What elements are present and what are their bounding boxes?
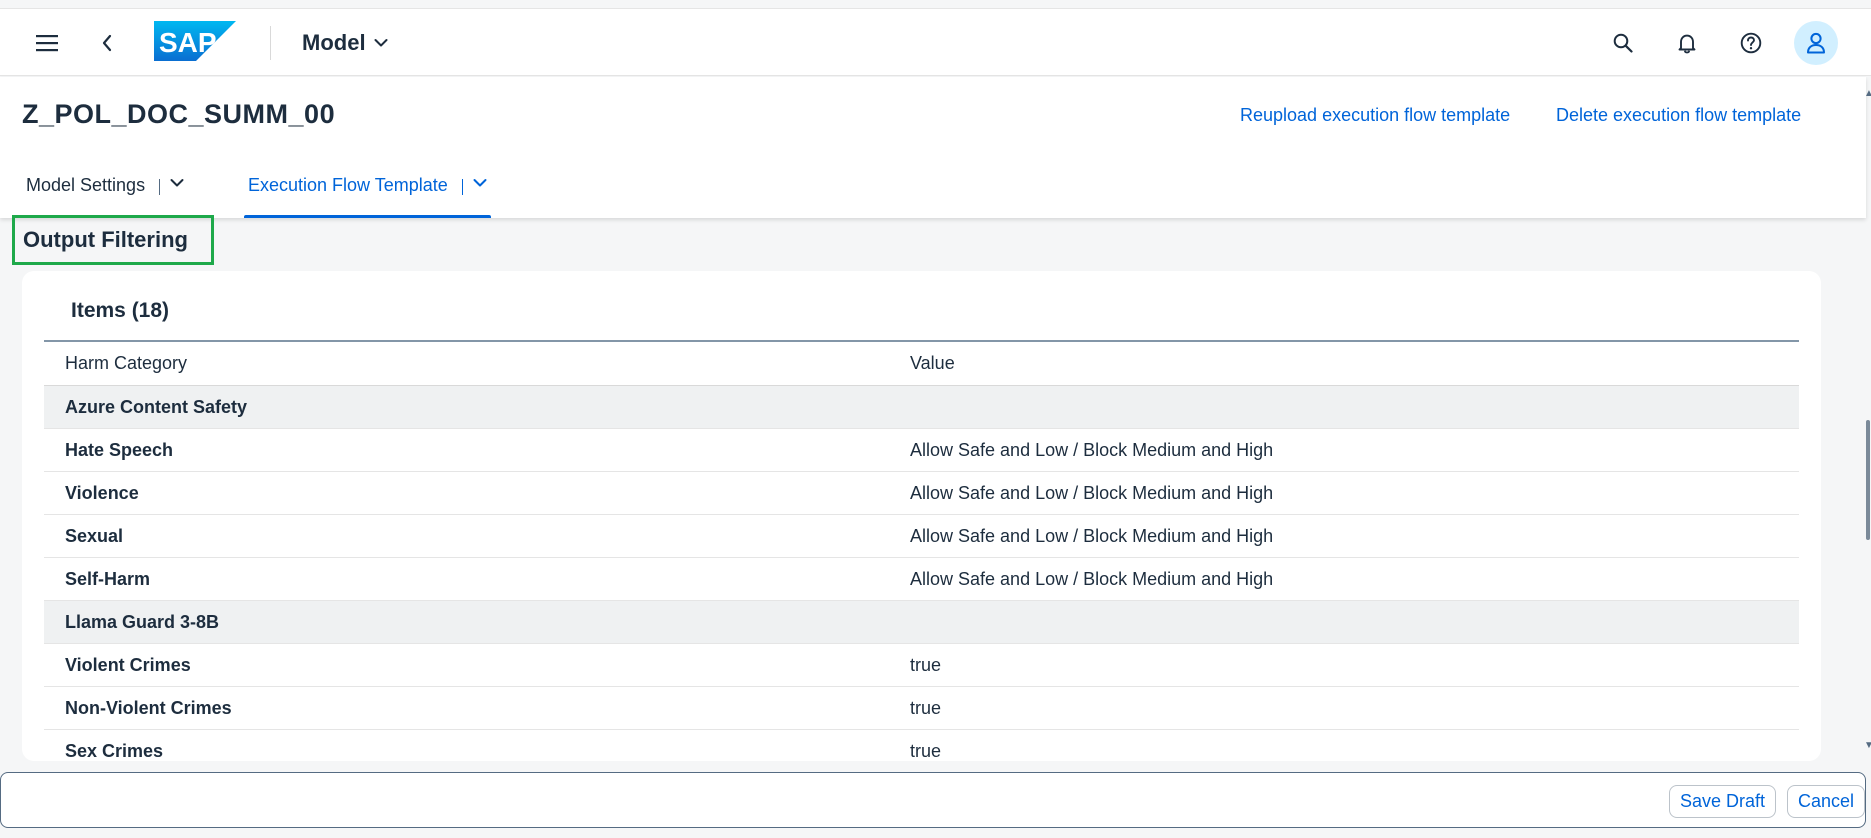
scroll-up-icon[interactable]: ▲ bbox=[1864, 88, 1871, 99]
back-icon[interactable] bbox=[82, 9, 132, 77]
tab-label: Execution Flow Template bbox=[248, 175, 448, 195]
row-category: Sex Crimes bbox=[65, 740, 164, 761]
help-icon[interactable] bbox=[1726, 9, 1776, 77]
row-category: Llama Guard 3-8B bbox=[65, 611, 220, 632]
app-title-menu[interactable]: Model bbox=[302, 9, 388, 77]
reupload-template-link[interactable]: Reupload execution flow template bbox=[1240, 105, 1510, 126]
bell-icon[interactable] bbox=[1662, 9, 1712, 77]
row-value: Allow Safe and Low / Block Medium and Hi… bbox=[910, 525, 1274, 546]
shellbar-divider bbox=[270, 26, 271, 60]
row-category: Self-Harm bbox=[65, 568, 151, 589]
cancel-button[interactable]: Cancel bbox=[1787, 785, 1866, 818]
group-row[interactable]: Azure Content Safety bbox=[44, 386, 1799, 429]
page-title: Z_POL_DOC_SUMM_00 bbox=[22, 99, 336, 129]
tab-model-settings[interactable]: Model Settings bbox=[26, 175, 184, 218]
tab-label: Model Settings bbox=[26, 175, 146, 195]
column-header-harm-category[interactable]: Harm Category bbox=[44, 353, 910, 374]
table-row[interactable]: Sex Crimes true bbox=[44, 730, 1799, 761]
chevron-down-icon bbox=[473, 179, 487, 187]
menu-icon[interactable] bbox=[22, 9, 72, 77]
table-row[interactable]: Violence Allow Safe and Low / Block Medi… bbox=[44, 472, 1799, 515]
scroll-down-icon[interactable]: ▼ bbox=[1864, 740, 1871, 751]
chevron-down-icon bbox=[374, 39, 388, 47]
row-category: Non-Violent Crimes bbox=[65, 697, 232, 718]
table-row[interactable]: Non-Violent Crimes true bbox=[44, 687, 1799, 730]
table-row[interactable]: Violent Crimes true bbox=[44, 644, 1799, 687]
object-header: Z_POL_DOC_SUMM_00 Reupload execution flo… bbox=[0, 77, 1866, 218]
row-value: true bbox=[910, 654, 942, 675]
row-value: true bbox=[910, 740, 942, 761]
table-title: Items (18) bbox=[71, 299, 170, 322]
row-category: Sexual bbox=[65, 525, 124, 546]
row-value: true bbox=[910, 697, 942, 718]
table-row[interactable]: Hate Speech Allow Safe and Low / Block M… bbox=[44, 429, 1799, 472]
column-header-value[interactable]: Value bbox=[910, 353, 1799, 374]
user-avatar[interactable] bbox=[1794, 21, 1838, 65]
section-title-text: Output Filtering bbox=[23, 227, 188, 252]
row-value: Allow Safe and Low / Block Medium and Hi… bbox=[910, 568, 1274, 589]
table-header: Harm Category Value bbox=[44, 340, 1799, 386]
page-scrollbar[interactable] bbox=[1866, 420, 1870, 540]
row-value: Allow Safe and Low / Block Medium and Hi… bbox=[910, 482, 1274, 503]
section-title: Output Filtering bbox=[12, 215, 214, 265]
table-row[interactable]: Self-Harm Allow Safe and Low / Block Med… bbox=[44, 558, 1799, 601]
row-category: Violence bbox=[65, 482, 139, 503]
tab-separator bbox=[461, 179, 463, 195]
items-card: Items (18) Harm Category Value Azure Con… bbox=[22, 271, 1821, 761]
row-value: Allow Safe and Low / Block Medium and Hi… bbox=[910, 439, 1274, 460]
tab-separator bbox=[159, 179, 161, 195]
sap-logo[interactable]: SAP bbox=[154, 21, 236, 61]
table-row[interactable]: Sexual Allow Safe and Low / Block Medium… bbox=[44, 515, 1799, 558]
row-category: Azure Content Safety bbox=[65, 396, 248, 417]
group-row[interactable]: Llama Guard 3-8B bbox=[44, 601, 1799, 644]
delete-template-link[interactable]: Delete execution flow template bbox=[1556, 105, 1801, 126]
logo-text: SAP bbox=[159, 27, 217, 58]
row-category: Hate Speech bbox=[65, 439, 174, 460]
tab-execution-flow-template[interactable]: Execution Flow Template bbox=[244, 175, 491, 218]
row-category: Violent Crimes bbox=[65, 654, 191, 675]
app-title: Model bbox=[302, 30, 366, 55]
chevron-down-icon bbox=[170, 179, 184, 187]
person-icon bbox=[1807, 32, 1825, 54]
items-table: Harm Category Value Azure Content Safety… bbox=[44, 340, 1799, 761]
search-icon[interactable] bbox=[1598, 9, 1648, 77]
footer-toolbar: Save Draft Cancel bbox=[0, 772, 1866, 828]
shell-bar: SAP Model bbox=[0, 8, 1871, 76]
save-draft-button[interactable]: Save Draft bbox=[1669, 785, 1777, 818]
